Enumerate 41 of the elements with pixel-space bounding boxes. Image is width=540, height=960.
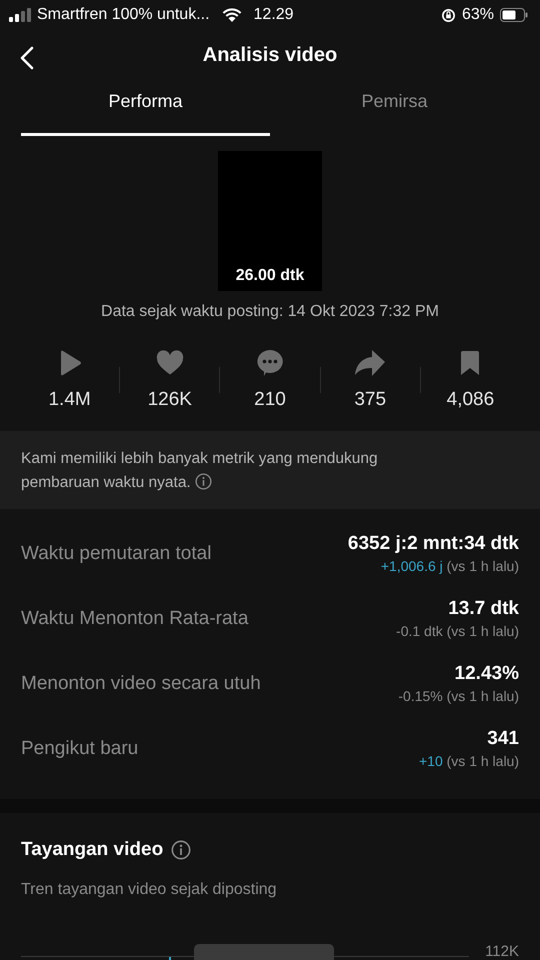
metric-label: Menonton video secara utuh [21, 672, 261, 694]
stat-value: 210 [254, 389, 286, 411]
metric-label: Waktu Menonton Rata-rata [21, 608, 248, 630]
info-icon[interactable] [171, 840, 192, 860]
stat-value: 1.4M [48, 389, 91, 411]
carrier-name: Smartfren 100% untuk... [37, 6, 210, 24]
metric-value: 12.43% [454, 663, 519, 685]
notice-text: Kami memiliki lebih banyak metrik yang mendukung pembaruan waktu nyata. [21, 449, 379, 493]
metric-change: -0.15% (vs 1 h lalu) [398, 688, 519, 704]
metric-change: +10 (vs 1 h lalu) [419, 753, 519, 769]
stat-value: 4,086 [446, 389, 494, 411]
metric-value: 6352 j:2 mnt:34 dtk [348, 533, 519, 555]
comment-icon [256, 349, 284, 377]
rotation-lock-icon [440, 8, 456, 22]
metric-label: Pengikut baru [21, 738, 138, 760]
bookmark-icon [460, 349, 480, 377]
battery-percent: 63% [462, 6, 494, 24]
stat-value: 375 [354, 389, 386, 411]
heart-icon [156, 349, 184, 377]
chevron-left-icon [20, 46, 34, 70]
metric-label: Waktu pemutaran total [21, 542, 212, 564]
signal-icon [9, 8, 31, 22]
share-arrow-icon [354, 349, 386, 377]
metric-value: 13.7 dtk [448, 598, 519, 620]
axis-label: 112K [485, 943, 519, 960]
video-duration: 26.00 dtk [236, 267, 304, 286]
posted-date: Data sejak waktu posting: 14 Okt 2023 7:32 PM [100, 303, 440, 321]
info-icon[interactable] [195, 473, 212, 490]
status-time: 12.29 [254, 6, 294, 24]
metric-change: +1,006.6 j (vs 1 h lalu) [380, 558, 519, 574]
tab[interactable]: Pemirsa [270, 80, 519, 136]
battery-icon [500, 8, 528, 22]
wifi-icon [222, 8, 242, 22]
section-subtitle: Tren tayangan video sejak diposting [21, 881, 278, 899]
section-title: Tayangan video [21, 839, 164, 861]
metric-value: 341 [487, 728, 519, 750]
metric-change: -0.1 dtk (vs 1 h lalu) [396, 623, 519, 639]
tab[interactable]: Performa [21, 80, 270, 136]
page-title: Analisis video [202, 44, 338, 66]
stat-value: 126K [148, 389, 192, 411]
video-thumbnail[interactable]: 26.00 dtk [218, 151, 322, 291]
